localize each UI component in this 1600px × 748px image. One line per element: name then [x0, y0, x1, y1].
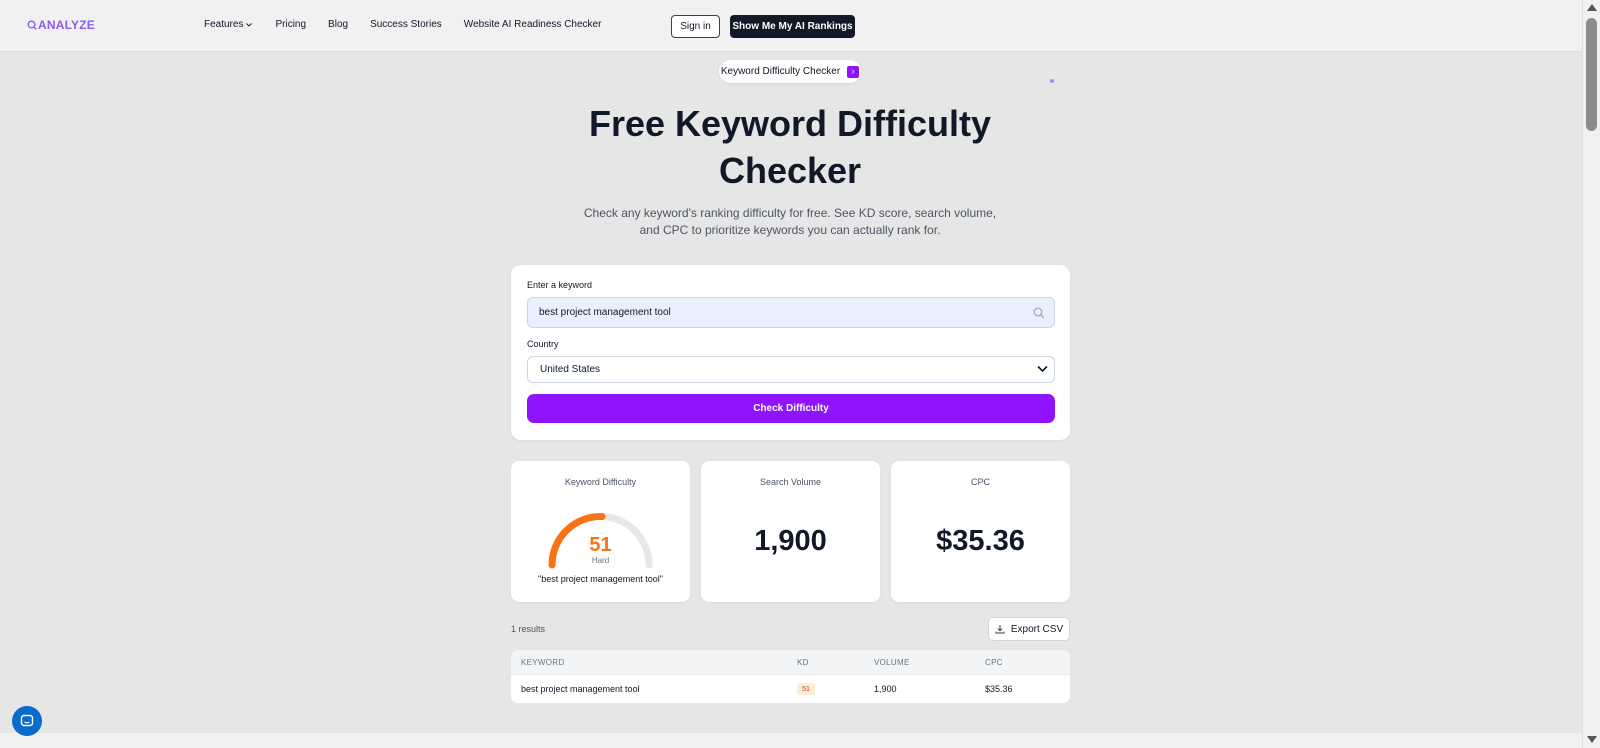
nav-features[interactable]: Features — [204, 19, 253, 30]
search-icon[interactable] — [1033, 307, 1045, 319]
export-csv-label: Export CSV — [1010, 623, 1064, 635]
col-keyword[interactable]: KEYWORD — [521, 658, 564, 667]
row-volume: 1,900 — [874, 684, 897, 694]
col-kd[interactable]: KD — [797, 658, 809, 667]
kd-level: Hard — [591, 556, 610, 565]
keyword-input[interactable]: best project management tool — [527, 297, 1055, 328]
chevron-right-icon: › — [847, 65, 860, 78]
cpc-label: CPC — [970, 477, 990, 487]
keyword-input-value: best project management tool — [539, 307, 671, 318]
logo-icon — [27, 20, 37, 30]
row-cpc: $35.36 — [985, 684, 1013, 694]
chevron-down-icon — [246, 22, 253, 27]
col-volume[interactable]: VOLUME — [874, 658, 910, 667]
scroll-down-arrow-icon[interactable] — [1587, 736, 1597, 743]
logo[interactable]: ANALYZE — [27, 18, 95, 32]
page-subtitle: Check any keyword's ranking difficulty f… — [583, 206, 997, 237]
kd-value: 51 — [589, 534, 612, 556]
footer-edge — [0, 733, 1582, 748]
keyword-form-card: Enter a keyword best project management … — [511, 265, 1070, 440]
decorative-dot — [1050, 79, 1054, 83]
nav-features-label: Features — [204, 19, 244, 30]
kd-card: Keyword Difficulty 51 Hard "best project… — [511, 461, 690, 602]
scroll-thumb[interactable] — [1586, 18, 1597, 131]
results-table: KEYWORD KD VOLUME CPC best project manag… — [511, 650, 1070, 703]
page-title: Free Keyword Difficulty Checker — [588, 103, 992, 191]
export-csv-button[interactable]: Export CSV — [988, 617, 1070, 641]
keyword-label: Enter a keyword — [527, 280, 593, 290]
scroll-up-arrow-icon[interactable] — [1587, 4, 1597, 11]
nav-readiness-checker[interactable]: Website AI Readiness Checker — [464, 19, 602, 30]
country-select[interactable]: United States — [527, 356, 1055, 383]
table-header: KEYWORD KD VOLUME CPC — [511, 650, 1070, 675]
logo-text: ANALYZE — [38, 18, 95, 32]
nav-pricing[interactable]: Pricing — [275, 19, 306, 30]
row-kd-badge: 51 — [797, 683, 815, 695]
cpc-card: CPC $35.36 — [891, 461, 1070, 602]
cpc-value: $35.36 — [936, 525, 1025, 557]
download-icon — [995, 625, 1005, 634]
country-select-value: United States — [540, 364, 601, 375]
table-row[interactable]: best project management tool 51 1,900 $3… — [511, 675, 1070, 703]
volume-label: Search Volume — [759, 477, 822, 487]
country-label: Country — [527, 339, 559, 349]
tool-badge-label: Keyword Difficulty Checker — [720, 66, 841, 77]
volume-card: Search Volume 1,900 — [701, 461, 880, 602]
kd-label: Keyword Difficulty — [564, 477, 637, 487]
volume-value: 1,900 — [754, 525, 827, 557]
chevron-down-icon — [1037, 365, 1048, 373]
main-nav: Features Pricing Blog Success Stories We… — [204, 19, 601, 30]
top-nav-bar: ANALYZE Features Pricing Blog Success St… — [0, 0, 1582, 52]
check-difficulty-button[interactable]: Check Difficulty — [527, 394, 1055, 423]
nav-blog[interactable]: Blog — [328, 19, 348, 30]
page-scrollbar[interactable] — [1582, 0, 1600, 748]
results-count: 1 results — [511, 624, 546, 634]
chat-launcher-button[interactable] — [12, 706, 42, 736]
kd-keyword: "best project management tool" — [538, 574, 663, 584]
chat-icon — [20, 714, 34, 727]
row-keyword: best project management tool — [521, 684, 640, 694]
tool-badge[interactable]: Keyword Difficulty Checker › — [719, 60, 861, 83]
sign-in-button[interactable]: Sign in — [671, 15, 720, 38]
ai-rankings-button[interactable]: Show Me My AI Rankings — [730, 15, 855, 38]
col-cpc[interactable]: CPC — [985, 658, 1003, 667]
nav-success-stories[interactable]: Success Stories — [370, 19, 442, 30]
